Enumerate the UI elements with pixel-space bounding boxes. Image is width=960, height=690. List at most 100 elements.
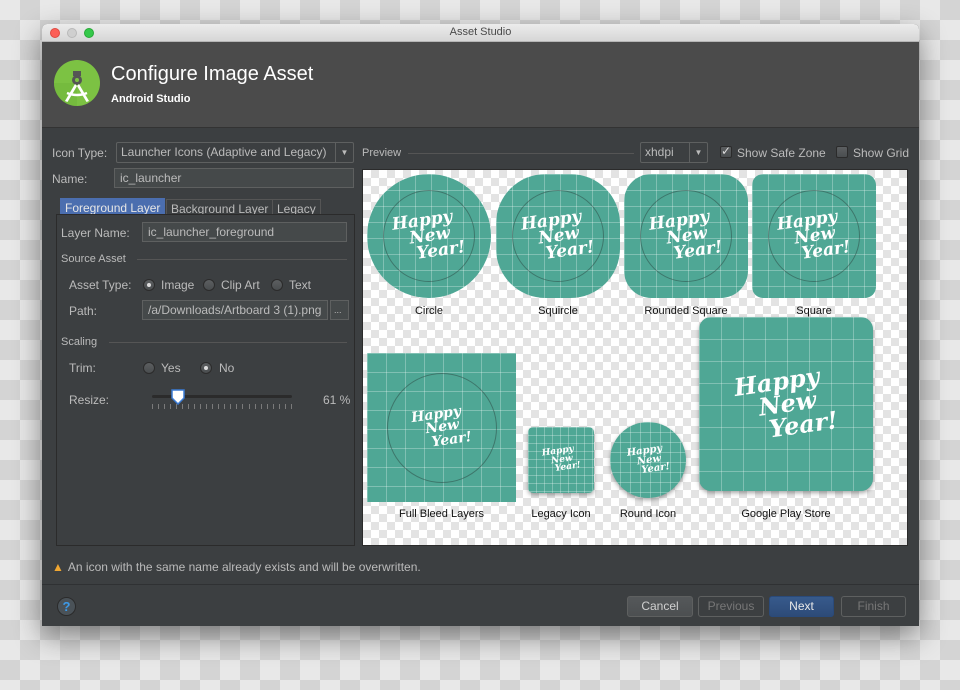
show-safe-zone-checkbox[interactable] bbox=[720, 144, 732, 158]
density-value: xhdpi bbox=[645, 145, 674, 159]
preview-caption-round: Round Icon bbox=[619, 508, 677, 520]
warning-text: An icon with the same name already exist… bbox=[67, 560, 421, 574]
cancel-button[interactable]: Cancel bbox=[627, 596, 693, 617]
title-bar: Asset Studio bbox=[42, 24, 919, 42]
divider bbox=[42, 584, 919, 585]
slider-tick bbox=[260, 404, 262, 409]
preview-icon-square: Happy New Year! bbox=[752, 174, 876, 298]
icon-artwork-text: Happy New Year! bbox=[541, 444, 581, 475]
preview-caption-full-bleed: Full Bleed Layers bbox=[399, 508, 484, 520]
slider-tick bbox=[278, 404, 280, 409]
preview-caption-square: Square bbox=[796, 305, 832, 317]
icon-artwork-text: Happy New Year! bbox=[732, 361, 839, 444]
divider bbox=[408, 153, 634, 154]
slider-tick bbox=[230, 404, 232, 409]
asset-type-image-radio[interactable] bbox=[143, 279, 155, 291]
preview-icon-play-store: Happy New Year! bbox=[699, 317, 873, 491]
previous-button[interactable]: Previous bbox=[698, 596, 764, 617]
asset-type-clipart-label[interactable]: Clip Art bbox=[221, 278, 260, 292]
finish-button[interactable]: Finish bbox=[841, 596, 906, 617]
preview-icon-squircle: Happy New Year! bbox=[496, 174, 620, 298]
resize-slider-thumb[interactable] bbox=[171, 389, 186, 405]
asset-type-clipart-radio[interactable] bbox=[203, 279, 215, 291]
slider-tick bbox=[254, 404, 256, 409]
show-safe-zone-label[interactable]: Show Safe Zone bbox=[737, 146, 826, 160]
asset-studio-window: Asset Studio Configure Image Asset Andro… bbox=[42, 24, 919, 626]
icon-artwork-text: Happy New Year! bbox=[648, 206, 724, 265]
slider-tick bbox=[272, 404, 274, 409]
trim-yes-label[interactable]: Yes bbox=[161, 361, 181, 375]
preview-caption-circle: Circle bbox=[414, 305, 444, 317]
icon-artwork-text: Happy New Year! bbox=[410, 403, 472, 451]
layer-name-input[interactable]: ic_launcher_foreground bbox=[142, 222, 347, 242]
trim-yes-radio[interactable] bbox=[143, 362, 155, 374]
asset-type-text-label[interactable]: Text bbox=[289, 278, 311, 292]
slider-tick bbox=[212, 404, 214, 409]
preview-label: Preview bbox=[362, 147, 402, 159]
preview-canvas: Happy New Year! Circle Happy New Year! Squircle… bbox=[362, 169, 908, 546]
slider-tick bbox=[284, 404, 286, 409]
preview-icon-full-bleed: Happy New Year! bbox=[367, 353, 516, 502]
icon-artwork-text: Happy New Year! bbox=[626, 443, 671, 477]
icon-artwork-text: Happy New Year! bbox=[776, 206, 852, 265]
preview-icon-round: Happy New Year! bbox=[610, 422, 686, 498]
preview-caption-play-store: Google Play Store bbox=[741, 508, 831, 520]
layer-settings-panel: Layer Name: ic_launcher_foreground Sourc… bbox=[56, 214, 355, 546]
trim-no-radio[interactable] bbox=[200, 362, 212, 374]
resize-value: 61 % bbox=[323, 393, 351, 407]
preview-icon-circle: Happy New Year! bbox=[367, 174, 491, 298]
chevron-down-icon: ▼ bbox=[689, 143, 707, 162]
slider-tick bbox=[206, 404, 208, 409]
show-grid-label[interactable]: Show Grid bbox=[853, 146, 909, 160]
warning-icon: ▲ bbox=[52, 560, 64, 574]
wizard-header: Configure Image Asset Android Studio bbox=[42, 42, 919, 128]
density-select[interactable]: xhdpi ▼ bbox=[640, 142, 708, 163]
slider-tick bbox=[158, 404, 160, 409]
layer-name-label: Layer Name: bbox=[61, 226, 130, 240]
slider-tick bbox=[200, 404, 202, 409]
name-label: Name: bbox=[52, 172, 88, 186]
asset-type-image-label[interactable]: Image bbox=[161, 278, 194, 292]
slider-tick bbox=[248, 404, 250, 409]
path-value: /a/Downloads/Artboard 3 (1).png bbox=[148, 303, 322, 317]
slider-tick bbox=[194, 404, 196, 409]
scaling-section-title: Scaling bbox=[61, 336, 98, 348]
divider bbox=[137, 259, 347, 260]
page-subtitle: Android Studio bbox=[111, 93, 191, 105]
resize-label: Resize: bbox=[69, 393, 110, 407]
slider-tick bbox=[152, 404, 153, 409]
icon-type-label: Icon Type: bbox=[52, 146, 108, 160]
slider-tick bbox=[218, 404, 220, 409]
android-studio-logo-icon bbox=[54, 60, 100, 106]
slider-tick bbox=[224, 404, 226, 409]
preview-icon-legacy: Happy New Year! bbox=[528, 427, 594, 493]
slider-tick bbox=[236, 404, 238, 409]
icon-artwork-text: Happy New Year! bbox=[391, 206, 467, 265]
slider-tick bbox=[188, 404, 190, 409]
source-asset-section-title: Source Asset bbox=[61, 253, 126, 265]
preview-caption-rounded-square: Rounded Square bbox=[644, 305, 728, 317]
name-input[interactable]: ic_launcher bbox=[114, 168, 354, 188]
help-button[interactable]: ? bbox=[57, 597, 76, 616]
trim-no-label[interactable]: No bbox=[219, 361, 234, 375]
warning-message: ▲ An icon with the same name already exis… bbox=[52, 560, 421, 574]
slider-tick bbox=[266, 404, 268, 409]
trim-label: Trim: bbox=[69, 361, 96, 375]
show-grid-checkbox[interactable] bbox=[836, 146, 848, 158]
slider-tick bbox=[164, 404, 166, 409]
preview-caption-squircle: Squircle bbox=[538, 305, 578, 317]
window-title: Asset Studio bbox=[449, 26, 512, 38]
chevron-down-icon: ▼ bbox=[335, 143, 353, 162]
path-input[interactable]: /a/Downloads/Artboard 3 (1).png bbox=[142, 300, 328, 320]
icon-type-select[interactable]: Launcher Icons (Adaptive and Legacy) ▼ bbox=[116, 142, 354, 163]
next-button[interactable]: Next bbox=[769, 596, 834, 617]
icon-artwork-text: Happy New Year! bbox=[520, 206, 596, 265]
page-title: Configure Image Asset bbox=[111, 63, 314, 85]
icon-type-value: Launcher Icons (Adaptive and Legacy) bbox=[121, 145, 327, 159]
divider bbox=[109, 342, 347, 343]
asset-type-text-radio[interactable] bbox=[271, 279, 283, 291]
slider-tick bbox=[242, 404, 244, 409]
preview-icon-rounded-square: Happy New Year! bbox=[624, 174, 748, 298]
slider-tick bbox=[290, 404, 292, 409]
browse-button[interactable]: ... bbox=[330, 300, 349, 320]
